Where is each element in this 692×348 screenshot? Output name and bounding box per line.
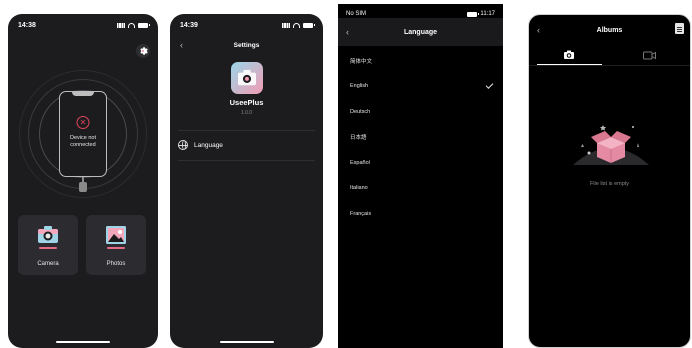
phone-notch xyxy=(72,92,94,96)
back-chevron-icon[interactable]: ‹ xyxy=(537,25,540,35)
status-time: 14:38 xyxy=(18,21,36,29)
language-option-selected[interactable]: English xyxy=(338,74,503,100)
language-option[interactable]: Italiano xyxy=(338,176,503,202)
disconnected-x-icon: ✕ xyxy=(76,116,90,129)
settings-screen: 14:39 ‹ Settings UseePlus 1.0.0 Language xyxy=(170,14,323,348)
page-title: Language xyxy=(403,28,438,36)
divider xyxy=(178,160,315,161)
back-chevron-icon[interactable]: ‹ xyxy=(180,40,183,50)
settings-gear-button[interactable] xyxy=(136,44,150,58)
albums-screen: ‹ Albums File list is empty xyxy=(528,14,691,348)
home-screen: 14:38 ✕ Device not connected Camera Phot… xyxy=(8,14,158,348)
document-icon[interactable] xyxy=(675,23,684,34)
usb-plug-icon xyxy=(79,177,87,193)
battery-icon xyxy=(303,22,315,28)
battery-icon xyxy=(467,11,480,17)
tab-divider xyxy=(529,65,690,66)
home-indicator xyxy=(219,341,274,343)
tab-videos[interactable] xyxy=(610,45,691,65)
language-option[interactable]: 日本語 xyxy=(338,125,503,151)
empty-state-text: File list is empty xyxy=(589,181,630,187)
language-screen: No SIM 11:17 ‹ Language 简体中文 English Deu… xyxy=(338,4,503,348)
status-bar: 14:39 xyxy=(180,20,315,30)
media-tab-bar xyxy=(529,45,690,65)
camera-tile[interactable]: Camera xyxy=(18,215,78,275)
language-setting-row[interactable]: Language xyxy=(178,138,223,152)
status-carrier: No SIM xyxy=(346,11,367,17)
language-option[interactable]: 简体中文 xyxy=(338,48,503,74)
wifi-icon xyxy=(293,22,300,28)
settings-nav-bar: ‹ Settings xyxy=(170,38,323,52)
app-name: UseePlus xyxy=(229,98,264,107)
page-title: Settings xyxy=(233,41,260,49)
video-icon xyxy=(643,51,657,59)
status-bar: 14:38 xyxy=(18,20,150,30)
wifi-icon xyxy=(128,22,135,28)
photos-tile-accent xyxy=(107,247,125,249)
cellular-signal-icon xyxy=(117,22,125,28)
camera-icon xyxy=(38,226,58,243)
home-indicator xyxy=(56,341,110,343)
photos-tile-label: Photos xyxy=(106,261,126,267)
status-time: 11:17 xyxy=(480,11,495,17)
app-logo-icon xyxy=(230,62,263,94)
photos-tile[interactable]: Photos xyxy=(86,215,146,275)
app-version: 1.0.0 xyxy=(240,110,253,116)
battery-icon xyxy=(138,22,150,28)
back-chevron-icon[interactable]: ‹ xyxy=(346,27,349,37)
camera-icon xyxy=(564,50,575,59)
language-list: 简体中文 English Deutsch 日本語 Español Italian… xyxy=(338,48,503,227)
empty-box-illustration xyxy=(573,125,649,165)
albums-nav-bar: ‹ Albums xyxy=(529,21,690,39)
cellular-signal-icon xyxy=(282,22,290,28)
language-option[interactable]: Español xyxy=(338,150,503,176)
language-option[interactable]: Français xyxy=(338,201,503,227)
device-status-text: Device not connected xyxy=(70,135,96,148)
divider xyxy=(178,130,315,131)
tab-photos[interactable] xyxy=(529,45,610,65)
page-title: Albums xyxy=(596,26,623,34)
checkmark-icon xyxy=(485,81,494,90)
camera-tile-label: Camera xyxy=(37,261,59,267)
status-time: 14:39 xyxy=(180,21,198,29)
language-nav-bar: ‹ Language xyxy=(338,18,503,46)
globe-icon xyxy=(178,140,188,150)
gear-icon xyxy=(140,47,148,55)
language-row-label: Language xyxy=(194,141,223,149)
language-option[interactable]: Deutsch xyxy=(338,99,503,125)
photos-icon xyxy=(106,226,126,244)
camera-tile-accent xyxy=(39,247,57,249)
phone-illustration: ✕ Device not connected xyxy=(59,91,107,177)
